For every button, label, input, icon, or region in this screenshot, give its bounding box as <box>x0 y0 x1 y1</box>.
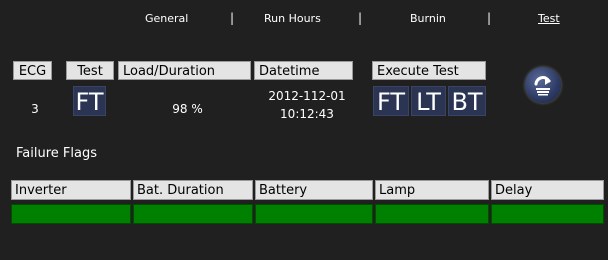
return-button[interactable] <box>525 67 561 103</box>
ecg-header: ECG <box>13 61 52 80</box>
tab-run-hours[interactable]: Run Hours <box>264 12 321 25</box>
flag-status-delay <box>491 204 604 224</box>
datetime-value: 2012-112-01 10:12:43 <box>247 87 367 123</box>
nav-separator: | <box>487 11 492 25</box>
tab-test[interactable]: Test <box>538 12 560 25</box>
execute-test-header: Execute Test <box>372 61 486 80</box>
time-value: 10:12:43 <box>280 107 334 121</box>
circular-arrow-return-icon <box>534 76 551 96</box>
flag-header-lamp: Lamp <box>375 180 489 200</box>
date-value: 2012-112-01 <box>268 89 346 103</box>
execute-bt-button[interactable]: BT <box>448 86 486 116</box>
load-duration-header: Load/Duration <box>118 61 251 80</box>
current-test-indicator: FT <box>73 86 106 116</box>
flag-header-bat-duration: Bat. Duration <box>133 180 253 200</box>
tab-burnin[interactable]: Burnin <box>410 12 446 25</box>
flag-status-inverter <box>11 204 131 224</box>
flag-header-inverter: Inverter <box>11 180 131 200</box>
test-header: Test <box>66 61 114 80</box>
nav-separator: | <box>358 11 363 25</box>
test-screen: General | Run Hours | Burnin | Test ECG … <box>0 0 608 260</box>
tab-general[interactable]: General <box>145 12 188 25</box>
datetime-header: Datetime <box>254 61 353 80</box>
flag-status-bat-duration <box>133 204 253 224</box>
execute-lt-button[interactable]: LT <box>411 86 446 116</box>
failure-flags-title: Failure Flags <box>16 146 97 161</box>
flag-header-battery: Battery <box>255 180 373 200</box>
ecg-value: 3 <box>31 102 39 116</box>
nav-separator: | <box>230 11 235 25</box>
load-duration-value: 98 % <box>172 102 203 116</box>
flag-status-lamp <box>375 204 489 224</box>
execute-ft-button[interactable]: FT <box>373 86 409 116</box>
flag-header-delay: Delay <box>491 180 604 200</box>
flag-status-battery <box>255 204 373 224</box>
